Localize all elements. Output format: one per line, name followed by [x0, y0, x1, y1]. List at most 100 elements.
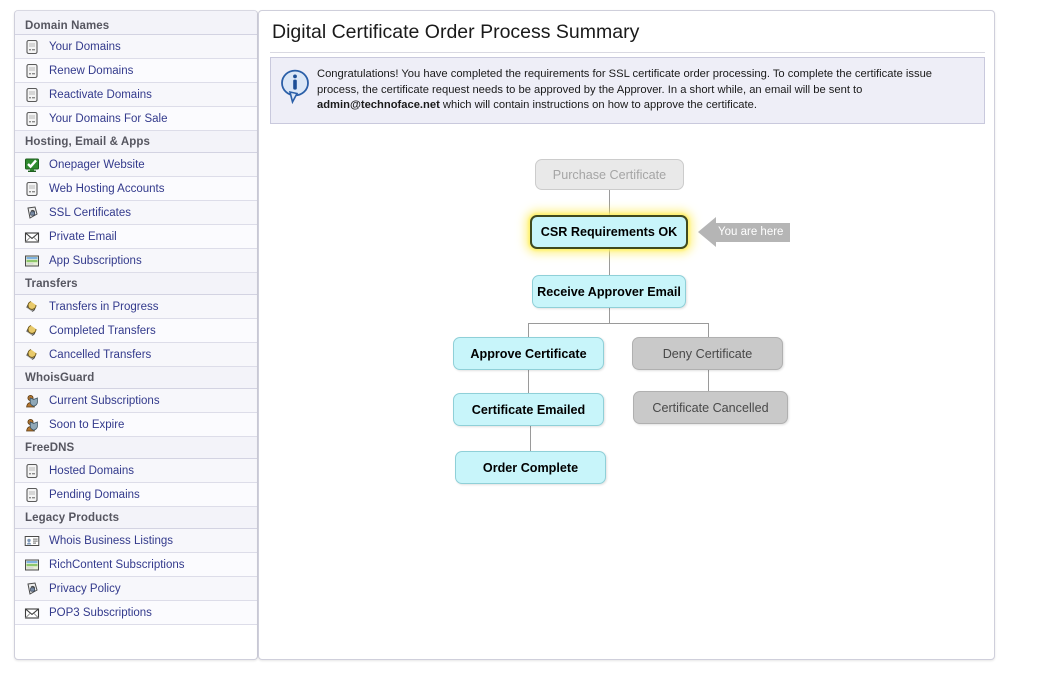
- document-icon: [24, 463, 40, 479]
- sidebar-item-label: Renew Domains: [49, 64, 134, 77]
- flow-node-certificate-cancelled[interactable]: Certificate Cancelled: [633, 391, 788, 424]
- sidebar-item-soon-to-expire[interactable]: Soon to Expire: [15, 413, 257, 437]
- sidebar-item-renew-domains[interactable]: Renew Domains: [15, 59, 257, 83]
- sidebar-item-current-subscriptions[interactable]: Current Subscriptions: [15, 389, 257, 413]
- order-process-flowchart: Purchase Certificate CSR Requirements OK…: [259, 131, 994, 531]
- transfer-arrows-icon: [24, 299, 40, 315]
- green-check-monitor-icon: [24, 157, 40, 173]
- sidebar-item-label: Transfers in Progress: [49, 300, 159, 313]
- app-window-icon: [24, 557, 40, 573]
- sidebar-group-header-whoisguard: WhoisGuard: [15, 367, 257, 389]
- sidebar-item-label: POP3 Subscriptions: [49, 606, 152, 619]
- info-text-part1: Congratulations! You have completed the …: [317, 68, 933, 96]
- you-are-here-tail: You are here: [716, 222, 791, 242]
- sidebar-group-header-domain-names: Domain Names: [15, 11, 257, 35]
- flow-node-label: Certificate Cancelled: [652, 400, 769, 415]
- flow-node-approve-certificate[interactable]: Approve Certificate: [453, 337, 604, 370]
- sidebar-item-pending-domains[interactable]: Pending Domains: [15, 483, 257, 507]
- sidebar-item-label: Private Email: [49, 230, 117, 243]
- info-bubble-icon: [279, 68, 313, 109]
- sidebar-item-label: Your Domains For Sale: [49, 112, 168, 125]
- flow-node-receive-approver-email[interactable]: Receive Approver Email: [532, 275, 686, 308]
- sidebar-item-label: Soon to Expire: [49, 418, 125, 431]
- connector-approver-down: [609, 308, 610, 324]
- sidebar-item-transfers-in-progress[interactable]: Transfers in Progress: [15, 295, 257, 319]
- sidebar-item-label: SSL Certificates: [49, 206, 132, 219]
- flow-node-csr-requirements-ok[interactable]: CSR Requirements OK: [530, 215, 688, 249]
- sidebar: Domain Names Your Domains Renew Domains …: [14, 10, 258, 660]
- flow-node-label: CSR Requirements OK: [540, 225, 678, 239]
- sidebar-group-header-transfers: Transfers: [15, 273, 257, 295]
- flow-node-label: Receive Approver Email: [537, 284, 681, 299]
- document-icon: [24, 487, 40, 503]
- transfer-arrows-icon: [24, 347, 40, 363]
- sidebar-item-label: Privacy Policy: [49, 582, 121, 595]
- flow-node-label: Purchase Certificate: [552, 167, 667, 182]
- sidebar-group-header-freedns: FreeDNS: [15, 437, 257, 459]
- sidebar-item-ssl-certificates[interactable]: SSL Certificates: [15, 201, 257, 225]
- document-icon: [24, 39, 40, 55]
- sidebar-group-header-hosting-email-apps: Hosting, Email & Apps: [15, 131, 257, 153]
- you-are-here-label: You are here: [718, 226, 784, 238]
- document-icon: [24, 111, 40, 127]
- flow-node-label: Order Complete: [482, 460, 579, 475]
- arrow-left-icon: [698, 217, 716, 247]
- sidebar-item-label: RichContent Subscriptions: [49, 558, 185, 571]
- flow-node-deny-certificate[interactable]: Deny Certificate: [632, 337, 783, 370]
- sidebar-item-label: Hosted Domains: [49, 464, 135, 477]
- sidebar-item-label: App Subscriptions: [49, 254, 142, 267]
- sidebar-item-richcontent-subscriptions[interactable]: RichContent Subscriptions: [15, 553, 257, 577]
- info-banner: Congratulations! You have completed the …: [270, 57, 985, 124]
- document-icon: [24, 63, 40, 79]
- flow-node-label: Deny Certificate: [662, 346, 753, 361]
- sidebar-item-completed-transfers[interactable]: Completed Transfers: [15, 319, 257, 343]
- info-email: admin@technoface.net: [317, 99, 440, 111]
- padlock-tag-icon: [24, 205, 40, 221]
- title-divider: [270, 52, 985, 53]
- document-icon: [24, 87, 40, 103]
- sidebar-item-whois-business-listings[interactable]: Whois Business Listings: [15, 529, 257, 553]
- sidebar-item-label: Onepager Website: [49, 158, 145, 171]
- connector-branch-horizontal: [528, 323, 709, 324]
- sidebar-item-pop3-subscriptions[interactable]: POP3 Subscriptions: [15, 601, 257, 625]
- sidebar-item-label: Reactivate Domains: [49, 88, 152, 101]
- sidebar-item-your-domains-for-sale[interactable]: Your Domains For Sale: [15, 107, 257, 131]
- envelope-icon: [24, 605, 40, 621]
- app-window-icon: [24, 253, 40, 269]
- flow-node-certificate-emailed[interactable]: Certificate Emailed: [453, 393, 604, 426]
- guard-person-icon: [24, 393, 40, 409]
- sidebar-item-reactivate-domains[interactable]: Reactivate Domains: [15, 83, 257, 107]
- document-icon: [24, 181, 40, 197]
- sidebar-item-web-hosting-accounts[interactable]: Web Hosting Accounts: [15, 177, 257, 201]
- sidebar-item-label: Your Domains: [49, 40, 121, 53]
- main-panel: Digital Certificate Order Process Summar…: [258, 10, 995, 660]
- sidebar-item-privacy-policy[interactable]: Privacy Policy: [15, 577, 257, 601]
- you-are-here-marker: You are here: [698, 217, 791, 247]
- flow-node-label: Certificate Emailed: [471, 402, 586, 417]
- sidebar-item-label: Whois Business Listings: [49, 534, 173, 547]
- flow-node-order-complete[interactable]: Order Complete: [455, 451, 606, 484]
- sidebar-item-label: Cancelled Transfers: [49, 348, 152, 361]
- sidebar-item-your-domains[interactable]: Your Domains: [15, 35, 257, 59]
- sidebar-item-private-email[interactable]: Private Email: [15, 225, 257, 249]
- info-text: Congratulations! You have completed the …: [315, 58, 984, 114]
- page-root: Domain Names Your Domains Renew Domains …: [0, 0, 1037, 682]
- sidebar-group-header-legacy-products: Legacy Products: [15, 507, 257, 529]
- transfer-arrows-icon: [24, 323, 40, 339]
- sidebar-item-label: Web Hosting Accounts: [49, 182, 165, 195]
- padlock-tag-icon: [24, 581, 40, 597]
- sidebar-item-label: Current Subscriptions: [49, 394, 160, 407]
- sidebar-item-cancelled-transfers[interactable]: Cancelled Transfers: [15, 343, 257, 367]
- sidebar-item-label: Pending Domains: [49, 488, 140, 501]
- sidebar-item-label: Completed Transfers: [49, 324, 156, 337]
- page-title: Digital Certificate Order Process Summar…: [272, 21, 640, 43]
- flow-node-label: Approve Certificate: [470, 346, 587, 361]
- sidebar-item-onepager-website[interactable]: Onepager Website: [15, 153, 257, 177]
- guard-person-icon: [24, 417, 40, 433]
- business-card-icon: [24, 533, 40, 549]
- sidebar-item-app-subscriptions[interactable]: App Subscriptions: [15, 249, 257, 273]
- flow-node-purchase-certificate[interactable]: Purchase Certificate: [535, 159, 684, 190]
- info-text-part2: which will contain instructions on how t…: [439, 99, 757, 111]
- envelope-icon: [24, 229, 40, 245]
- sidebar-item-hosted-domains[interactable]: Hosted Domains: [15, 459, 257, 483]
